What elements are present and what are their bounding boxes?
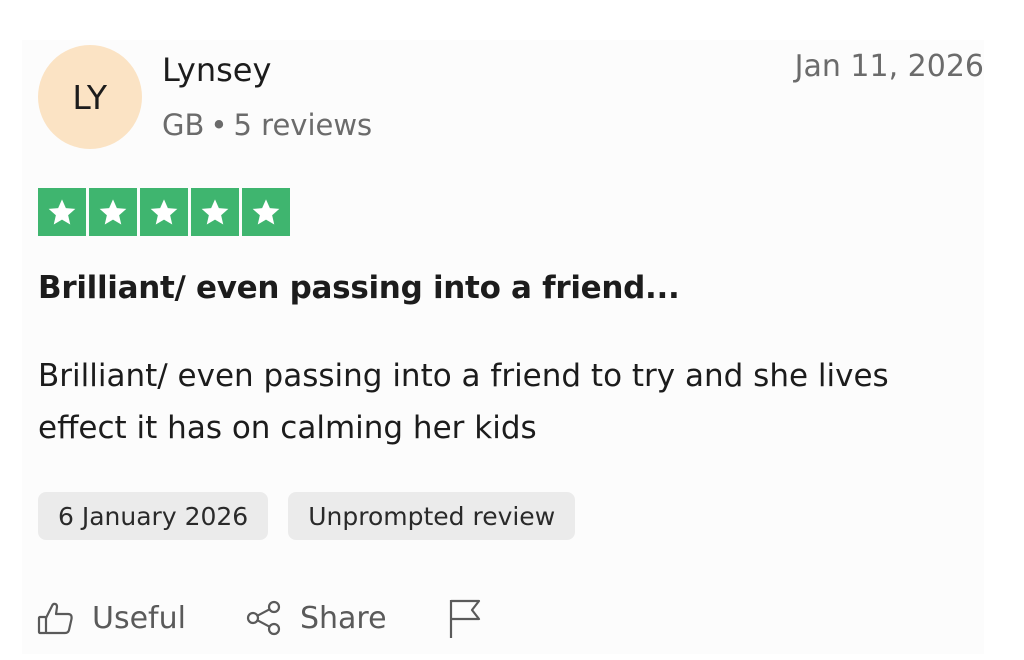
star-icon: [191, 188, 239, 236]
star-icon: [140, 188, 188, 236]
useful-button[interactable]: Useful: [36, 598, 186, 638]
review-date: Jan 11, 2026: [794, 49, 984, 84]
star-icon: [38, 188, 86, 236]
reviewer-meta: GB • 5 reviews: [162, 106, 372, 144]
reviewer-country: GB: [162, 108, 205, 142]
review-title[interactable]: Brilliant/ even passing into a friend...: [38, 266, 680, 310]
review-body: Brilliant/ even passing into a friend to…: [38, 358, 889, 446]
share-button[interactable]: Share: [244, 598, 387, 638]
avatar-initials: LY: [72, 77, 108, 117]
experience-date-badge: 6 January 2026: [38, 492, 269, 540]
review-badges: 6 January 2026 Unprompted review: [38, 492, 576, 540]
unprompted-review-badge[interactable]: Unprompted review: [288, 492, 576, 540]
reviewer-name[interactable]: Lynsey: [162, 50, 271, 90]
star-icon: [89, 188, 137, 236]
avatar[interactable]: LY: [38, 45, 142, 149]
report-button[interactable]: [445, 596, 485, 640]
meta-separator: •: [210, 108, 228, 142]
reviewer-review-count: 5 reviews: [233, 108, 373, 142]
useful-label: Useful: [92, 600, 186, 636]
review-actions: Useful Share: [36, 596, 485, 640]
share-label: Share: [299, 600, 387, 636]
share-icon: [246, 600, 281, 636]
thumbs-up-icon: [37, 602, 73, 635]
flag-icon: [449, 599, 480, 638]
star-rating: [38, 188, 290, 236]
star-icon: [242, 188, 290, 236]
